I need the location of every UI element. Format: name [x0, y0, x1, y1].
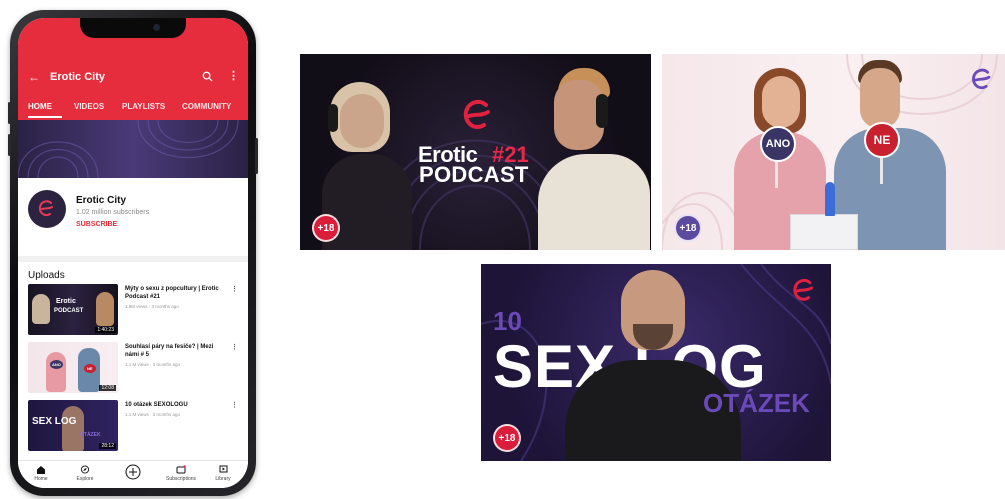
headphones-icon: [328, 104, 338, 132]
tab-home[interactable]: HOME: [28, 102, 52, 111]
thumb-person-figure: [46, 352, 66, 392]
more-vert-icon[interactable]: ⋮: [231, 343, 238, 351]
camera-icon: [153, 24, 160, 31]
subscribe-button[interactable]: SUBSCRIBE: [76, 221, 117, 228]
erotic-city-logo-icon: [793, 278, 813, 301]
channel-banner: [18, 120, 248, 178]
thumb-podcast-text: PODCAST: [54, 308, 84, 314]
phone-screen: ← Erotic City ⋮ HOME VIDEOS PLAYLISTS CO…: [18, 18, 248, 488]
create-plus-icon: [125, 464, 141, 480]
video-thumbnail[interactable]: ANO NE 12:08: [28, 342, 118, 393]
erotic-city-logo-icon: [972, 68, 991, 90]
more-vert-icon[interactable]: ⋮: [231, 285, 238, 293]
otazek-text: OTÁZEK: [703, 388, 810, 418]
thumb-otazek-text: OTÁZEK: [80, 432, 101, 438]
toy-object-shape: [825, 182, 835, 216]
nav-explore[interactable]: Explore: [62, 465, 108, 482]
nav-subscriptions[interactable]: Subscriptions: [158, 465, 204, 482]
subscriber-count: 1.02 million subscribers: [76, 209, 150, 216]
podcast-subtitle-text: PODCAST: [419, 162, 529, 187]
video-duration: 12:08: [99, 385, 116, 391]
search-icon[interactable]: [202, 71, 213, 82]
channel-info: Erotic City 1.02 million subscribers SUB…: [18, 178, 248, 256]
library-icon: [219, 465, 228, 473]
sign-stick: [880, 158, 883, 184]
back-arrow-icon[interactable]: ←: [28, 70, 40, 84]
video-list-item[interactable]: SEX LOG OTÁZEK 28:12 10 otázek SEXOLOGU …: [28, 400, 238, 452]
more-vert-icon[interactable]: ⋮: [231, 401, 238, 409]
yes-sign-label: ANO: [765, 138, 791, 150]
nav-label: Home: [34, 476, 48, 482]
thumb-person-figure: [32, 294, 50, 324]
volume-up-button: [8, 102, 11, 124]
nav-create[interactable]: [110, 464, 156, 480]
tab-community[interactable]: COMMUNITY: [182, 102, 231, 111]
headphones-icon: [596, 94, 608, 128]
thumb-no-bubble: NE: [84, 364, 96, 373]
thumb-yes-bubble: ANO: [50, 360, 63, 369]
volume-down-button: [8, 134, 11, 156]
video-list-item[interactable]: Erotic PODCAST 1:40:23 Mýty o sexu z pop…: [28, 284, 238, 336]
video-meta: 1.9M views · 3 months ago: [125, 304, 179, 309]
banner-pattern: [18, 120, 239, 178]
erotic-city-logo-icon: [38, 200, 53, 217]
more-vert-icon[interactable]: ⋮: [228, 69, 239, 82]
power-button: [255, 138, 258, 174]
section-divider: [18, 256, 248, 262]
yes-sign: ANO: [760, 126, 796, 162]
no-sign-label: NE: [873, 133, 891, 147]
channel-avatar[interactable]: [28, 190, 66, 228]
video-duration: 28:12: [99, 443, 116, 449]
video-title: Mýty o sexu z popcultury | Erotic Podcas…: [125, 286, 219, 300]
couple-thumbnail[interactable]: ANO NE +18: [662, 54, 1005, 250]
video-duration: 1:40:23: [95, 327, 116, 333]
thumb-sexolog-text: SEX LOG: [32, 416, 77, 427]
channel-title: Erotic City: [50, 71, 106, 83]
channel-name: Erotic City: [76, 195, 127, 206]
nav-library[interactable]: Library: [200, 465, 246, 482]
video-meta: 1.1 M views · 3 months ago: [125, 362, 181, 367]
video-title: Souhlasí páry na fesiče? | Mezi námi # 5: [125, 344, 214, 358]
video-title: 10 otázek SEXOLOGU: [125, 402, 188, 408]
home-icon: [37, 466, 45, 474]
no-sign: NE: [864, 122, 900, 158]
active-tab-indicator: [28, 116, 62, 118]
app-topbar: ← Erotic City ⋮: [18, 68, 248, 86]
video-meta: 1.1 M views · 3 months ago: [125, 412, 181, 417]
thumb-person-figure: [96, 292, 114, 326]
thumb-brand-text: Erotic: [56, 298, 76, 305]
age-restriction-badge: +18: [312, 214, 340, 242]
nav-label: Library: [215, 476, 231, 482]
nav-label: Subscriptions: [165, 476, 196, 482]
sign-stick: [775, 162, 778, 188]
subscriptions-icon: [176, 465, 186, 474]
woman-face-shape: [340, 94, 384, 148]
man-face-shape: [860, 68, 900, 128]
marketing-stage: ← Erotic City ⋮ HOME VIDEOS PLAYLISTS CO…: [0, 0, 1005, 499]
woman-face-shape: [762, 76, 800, 128]
tab-playlists[interactable]: PLAYLISTS: [122, 102, 165, 111]
phone-mockup: ← Erotic City ⋮ HOME VIDEOS PLAYLISTS CO…: [8, 10, 258, 496]
tab-videos[interactable]: VIDEOS: [74, 102, 104, 111]
thumb-person-figure: [62, 406, 84, 451]
sexolog-thumbnail[interactable]: 10 SEX LOG OTÁZEK +18: [481, 264, 831, 461]
compass-icon: [80, 465, 90, 474]
nav-label: Explore: [76, 476, 94, 482]
phone-notch: [80, 18, 186, 38]
man-body-shape: [538, 154, 650, 250]
pedestal-shape: [790, 214, 858, 250]
bottom-navigation: Home Explore Subscriptions Library: [18, 460, 248, 488]
video-thumbnail[interactable]: SEX LOG OTÁZEK 28:12: [28, 400, 118, 451]
nav-home[interactable]: Home: [18, 465, 64, 482]
erotic-city-logo-icon: [463, 99, 490, 130]
age-restriction-badge: +18: [674, 214, 702, 242]
video-list-item[interactable]: ANO NE 12:08 Souhlasí páry na fesiče? | …: [28, 342, 238, 394]
age-restriction-badge: +18: [493, 424, 521, 452]
video-thumbnail[interactable]: Erotic PODCAST 1:40:23: [28, 284, 118, 335]
podcast-thumbnail[interactable]: Erotic #21 PODCAST +18: [300, 54, 651, 250]
uploads-heading: Uploads: [28, 270, 65, 281]
